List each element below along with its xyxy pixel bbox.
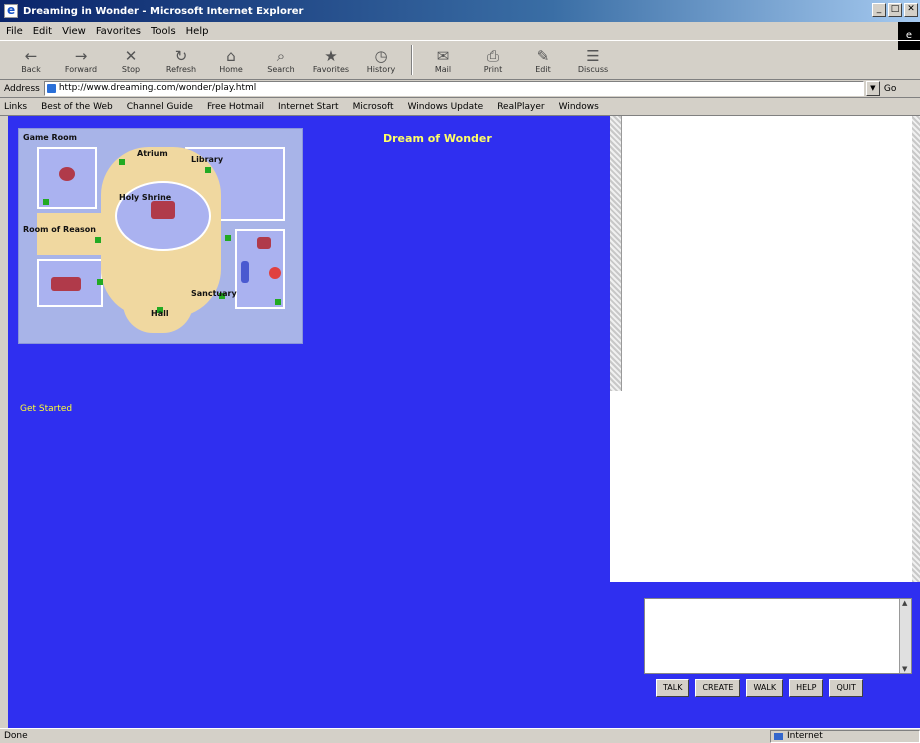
walk-button[interactable]: WALK	[746, 679, 784, 697]
history-button[interactable]: ◷ History	[358, 42, 404, 78]
fountain-furniture-icon	[269, 267, 281, 279]
status-text: Done	[4, 731, 28, 741]
page-scrollbar[interactable]	[912, 116, 920, 582]
menu-help[interactable]: Help	[186, 26, 209, 37]
mail-icon: ✉	[436, 46, 450, 65]
exit-marker[interactable]	[95, 237, 101, 243]
exit-marker[interactable]	[119, 159, 125, 165]
quit-button[interactable]: QUIT	[829, 679, 863, 697]
page-title: Dream of Wonder	[383, 132, 492, 145]
chat-output-pane	[610, 116, 920, 582]
link-best-of-web[interactable]: Best of the Web	[41, 102, 113, 112]
menu-view[interactable]: View	[62, 26, 86, 37]
home-button[interactable]: ⌂ Home	[208, 42, 254, 78]
favorites-icon: ★	[324, 46, 338, 65]
address-dropdown-icon[interactable]: ▼	[865, 81, 880, 96]
toolbar-separator	[411, 45, 413, 75]
discuss-button[interactable]: ☰ Discuss	[570, 42, 616, 78]
stop-icon: ✕	[124, 46, 138, 65]
exit-marker[interactable]	[275, 299, 281, 305]
minimize-button[interactable]: _	[872, 3, 886, 17]
back-button[interactable]: ← Back	[8, 42, 54, 78]
history-icon: ◷	[374, 46, 388, 65]
create-button[interactable]: CREATE	[695, 679, 741, 697]
link-internet-start[interactable]: Internet Start	[278, 102, 339, 112]
go-button[interactable]: Go	[884, 84, 896, 94]
altar-furniture-icon	[151, 201, 175, 219]
refresh-button[interactable]: ↻ Refresh	[158, 42, 204, 78]
links-label: Links	[4, 101, 28, 112]
stop-button[interactable]: ✕ Stop	[108, 42, 154, 78]
back-arrow-icon: ←	[24, 46, 38, 65]
page-content: Game Room Atrium Library Holy Shrine Roo…	[8, 116, 920, 728]
table-furniture-icon	[59, 167, 75, 181]
map-label-library: Library	[191, 155, 224, 164]
command-buttons: TALK CREATE WALK HELP QUIT	[656, 679, 863, 697]
link-free-hotmail[interactable]: Free Hotmail	[207, 102, 264, 112]
status-bar: Done Internet	[0, 728, 920, 743]
edit-button[interactable]: ✎ Edit	[520, 42, 566, 78]
menu-favorites[interactable]: Favorites	[96, 26, 141, 37]
menu-file[interactable]: File	[6, 26, 23, 37]
hall-corridor-west	[37, 213, 117, 255]
title-bar: Dreaming in Wonder - Microsoft Internet …	[0, 0, 920, 22]
window-controls: _ □ ✕	[872, 3, 918, 17]
search-icon: ⌕	[276, 46, 286, 65]
chair-furniture-icon	[257, 237, 271, 249]
menu-tools[interactable]: Tools	[151, 26, 176, 37]
desk-furniture-icon	[51, 277, 81, 291]
world-map[interactable]: Game Room Atrium Library Holy Shrine Roo…	[18, 128, 303, 344]
refresh-icon: ↻	[174, 46, 188, 65]
standard-toolbar: ← Back → Forward ✕ Stop ↻ Refresh ⌂ Home ⌕ Sea…	[0, 40, 920, 80]
bench-furniture-icon	[241, 261, 249, 283]
discuss-icon: ☰	[586, 46, 600, 65]
exit-marker[interactable]	[225, 235, 231, 241]
menu-bar: File Edit View Favorites Tools Help	[0, 22, 920, 40]
home-icon: ⌂	[226, 46, 236, 65]
talk-button[interactable]: TALK	[656, 679, 690, 697]
exit-marker[interactable]	[43, 199, 49, 205]
forward-button[interactable]: → Forward	[58, 42, 104, 78]
link-microsoft[interactable]: Microsoft	[353, 102, 394, 112]
link-realplayer[interactable]: RealPlayer	[497, 102, 544, 112]
map-label-hall: Hall	[151, 309, 169, 318]
address-bar: Address http://www.dreaming.com/wonder/p…	[0, 80, 920, 98]
maximize-button[interactable]: □	[888, 3, 902, 17]
map-label-atrium: Atrium	[137, 149, 168, 158]
link-channel-guide[interactable]: Channel Guide	[127, 102, 193, 112]
ie-logo-icon	[4, 3, 18, 18]
close-button[interactable]: ✕	[904, 3, 918, 17]
window-frame-left	[0, 116, 8, 728]
security-zone: Internet	[770, 729, 920, 743]
chat-scrollbar[interactable]	[610, 116, 622, 391]
get-started-link[interactable]: Get Started	[20, 404, 72, 414]
map-label-holy-shrine: Holy Shrine	[119, 193, 172, 202]
search-button[interactable]: ⌕ Search	[258, 42, 304, 78]
menu-edit[interactable]: Edit	[33, 26, 52, 37]
exit-marker[interactable]	[97, 279, 103, 285]
print-icon: ⎙	[486, 46, 499, 65]
address-input[interactable]: http://www.dreaming.com/wonder/play.html	[43, 81, 864, 96]
input-scrollbar[interactable]	[899, 599, 911, 673]
exit-marker[interactable]	[205, 167, 211, 173]
link-windows-update[interactable]: Windows Update	[408, 102, 484, 112]
map-label-room-of-reason: Room of Reason	[23, 225, 96, 234]
map-label-sanctuary: Sanctuary	[191, 289, 237, 298]
link-windows[interactable]: Windows	[559, 102, 599, 112]
print-button[interactable]: ⎙ Print	[470, 42, 516, 78]
window-title: Dreaming in Wonder - Microsoft Internet …	[23, 5, 304, 17]
favorites-button[interactable]: ★ Favorites	[308, 42, 354, 78]
help-button[interactable]: HELP	[789, 679, 824, 697]
address-label: Address	[4, 83, 40, 94]
command-input[interactable]	[644, 598, 912, 674]
links-bar: Links Best of the Web Channel Guide Free…	[0, 98, 920, 116]
forward-arrow-icon: →	[74, 46, 88, 65]
edit-icon: ✎	[536, 46, 550, 65]
map-label-game-room: Game Room	[23, 133, 77, 142]
mail-button[interactable]: ✉ Mail	[420, 42, 466, 78]
